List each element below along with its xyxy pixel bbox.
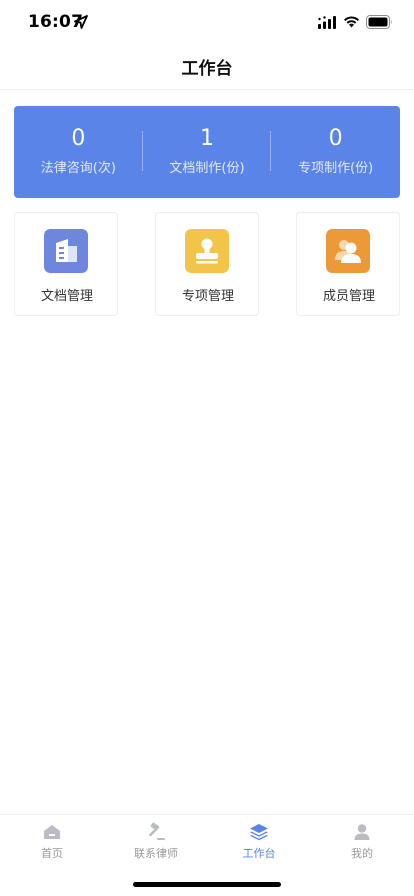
stat-value: 0 [71, 126, 86, 151]
nav-bar: 工作台 [0, 44, 414, 90]
tile-document-management[interactable]: 文档管理 [14, 212, 118, 316]
tile-label: 文档管理 [40, 289, 93, 304]
tab-label: 首页 [41, 847, 63, 860]
location-arrow-icon [74, 15, 88, 29]
tile-special-management[interactable]: 专项管理 [155, 212, 259, 316]
status-bar: 16:07 [0, 0, 414, 44]
tab-contact-lawyer[interactable]: 联系律师 [104, 815, 208, 865]
tab-label: 联系律师 [134, 847, 178, 860]
stat-document-production[interactable]: 1 文档制作(份) [143, 106, 272, 198]
stat-label: 法律咨询(次) [40, 161, 116, 176]
user-icon [354, 824, 370, 840]
document-building-icon [44, 229, 88, 273]
wifi-icon [344, 16, 359, 28]
stat-label: 文档制作(份) [169, 161, 245, 176]
signal-icon [318, 16, 336, 29]
stat-value: 1 [200, 126, 214, 151]
gavel-icon [149, 822, 165, 840]
members-icon [326, 229, 370, 273]
battery-icon [366, 15, 392, 29]
stat-legal-consultation[interactable]: 0 法律咨询(次) [14, 106, 143, 198]
tile-label: 专项管理 [181, 289, 234, 304]
page-title: 工作台 [181, 59, 233, 79]
stat-label: 专项制作(份) [298, 161, 374, 176]
function-tiles: 文档管理 专项管理 成员管理 [14, 212, 400, 316]
stats-card: 0 法律咨询(次) 1 文档制作(份) 0 专项制作(份) [14, 106, 400, 198]
tab-label: 我的 [351, 847, 373, 860]
stat-special-production[interactable]: 0 专项制作(份) [271, 106, 400, 198]
stamp-icon [185, 229, 229, 273]
home-icon [44, 825, 60, 839]
tab-mine[interactable]: 我的 [310, 815, 414, 865]
tile-label: 成员管理 [322, 289, 375, 304]
tab-workbench[interactable]: 工作台 [207, 815, 311, 865]
tab-home[interactable]: 首页 [0, 815, 104, 865]
stat-value: 0 [328, 126, 343, 151]
layers-icon [250, 824, 268, 841]
tile-member-management[interactable]: 成员管理 [296, 212, 400, 316]
tab-label: 工作台 [242, 847, 276, 860]
home-indicator [133, 882, 281, 887]
